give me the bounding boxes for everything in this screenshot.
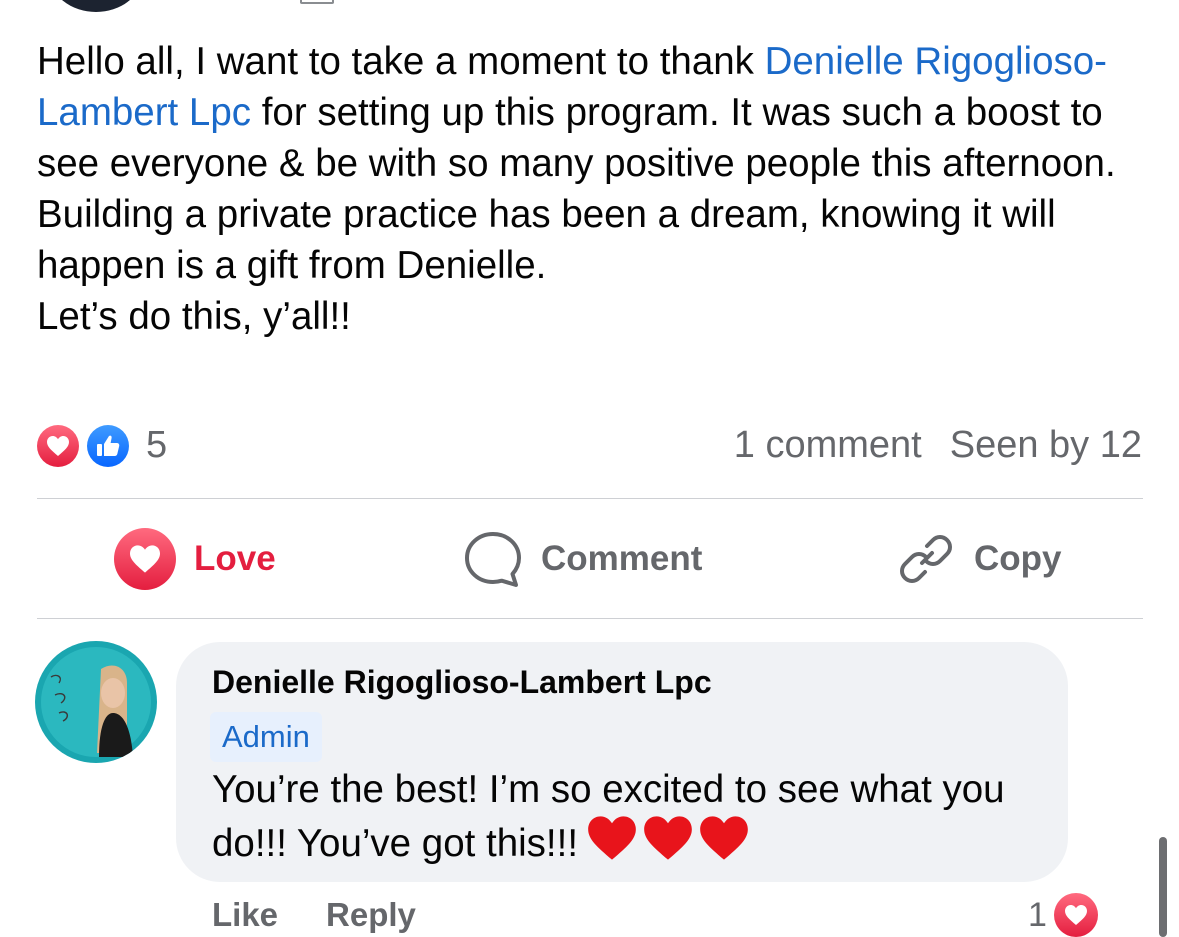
comment-reaction-count: 1 xyxy=(1028,895,1047,934)
like-reaction xyxy=(84,422,132,470)
comment-reply-button[interactable]: Reply xyxy=(326,896,416,933)
comment-bubble-icon xyxy=(465,532,521,587)
scrollbar[interactable] xyxy=(1159,837,1167,937)
love-button-icon xyxy=(114,528,176,590)
love-button-label: Love xyxy=(194,539,276,578)
reactions-summary: 5 1 comment Seen by 12 xyxy=(34,420,1142,472)
love-icon xyxy=(1053,893,1098,937)
post-meta: 1 comment Seen by 12 xyxy=(734,424,1142,467)
comment-author[interactable]: Denielle Rigoglioso-Lambert Lpc xyxy=(212,664,712,701)
privacy-icon xyxy=(300,0,334,4)
divider-bottom xyxy=(37,618,1143,619)
red-heart-icon xyxy=(700,816,748,860)
admin-badge: Admin xyxy=(210,712,322,762)
copy-button-label: Copy xyxy=(974,539,1062,578)
link-icon xyxy=(900,535,952,583)
post-text-start: Hello all, I want to take a moment to th… xyxy=(37,40,765,83)
comment-like-button[interactable]: Like xyxy=(212,896,278,933)
comment-love-badge xyxy=(1050,890,1101,937)
seen-by-link[interactable]: Seen by 12 xyxy=(950,424,1142,466)
comment-reactions[interactable]: 1 xyxy=(1028,890,1101,937)
divider-top xyxy=(37,498,1143,499)
comment-button-label: Comment xyxy=(541,539,703,578)
love-button[interactable]: Love xyxy=(114,524,276,594)
avatar-image xyxy=(41,647,151,757)
poster-avatar[interactable] xyxy=(50,0,142,12)
red-heart-icon xyxy=(644,816,692,860)
post-page: Hello all, I want to take a moment to th… xyxy=(0,0,1179,937)
like-icon xyxy=(87,425,129,467)
love-reaction xyxy=(34,422,82,470)
comment-actions: Like Reply xyxy=(212,896,416,934)
copy-button[interactable]: Copy xyxy=(896,524,1062,594)
reaction-count[interactable]: 5 xyxy=(146,424,167,467)
love-icon xyxy=(37,425,79,467)
comment-count-link[interactable]: 1 comment xyxy=(734,424,922,466)
post-body: Hello all, I want to take a moment to th… xyxy=(37,36,1147,342)
heart-emojis xyxy=(586,814,754,874)
commenter-avatar[interactable] xyxy=(35,641,157,763)
red-heart-icon xyxy=(588,816,636,860)
comment-button[interactable]: Comment xyxy=(463,524,702,594)
reaction-icons[interactable] xyxy=(34,422,134,470)
comment-text: You’re the best! I’m so excited to see w… xyxy=(212,766,1052,874)
